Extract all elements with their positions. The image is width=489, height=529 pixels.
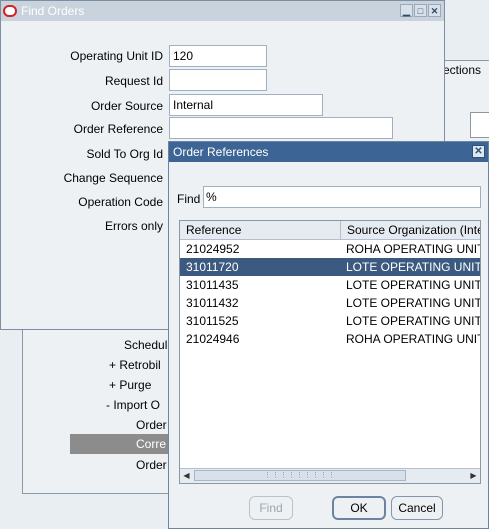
list-header: Reference Source Organization (Inte	[180, 221, 480, 240]
order-source-field[interactable]: Internal	[169, 94, 323, 116]
change-sequence-label: Change Sequence	[63, 171, 163, 185]
reference-cell: 21024946	[186, 332, 240, 346]
errors-only-label: Errors only	[104, 219, 163, 233]
order-source-label: Order Source	[90, 99, 163, 113]
source-cell: LOTE OPERATING UNIT	[346, 296, 480, 310]
order-reference-field[interactable]	[169, 117, 393, 139]
tree-item[interactable]: - Import O	[106, 395, 160, 415]
tree-item[interactable]: Order	[136, 455, 167, 475]
close-icon[interactable]: ✕	[472, 145, 485, 158]
minimize-icon[interactable]: ▁	[400, 4, 413, 17]
dialog-titlebar[interactable]: Order References ✕	[169, 142, 488, 162]
tree-item[interactable]: + Purge	[109, 375, 151, 395]
tree-item-selected[interactable]: Corre	[70, 434, 170, 454]
column-header-source-organization[interactable]: Source Organization (Inte	[340, 221, 480, 239]
oracle-logo-icon	[3, 5, 17, 17]
window-title: Find Orders	[21, 4, 85, 18]
find-orders-titlebar[interactable]: Find Orders ▁ □ ✕	[1, 1, 444, 21]
column-header-reference[interactable]: Reference	[180, 221, 340, 239]
source-cell: LOTE OPERATING UNIT	[346, 260, 480, 274]
reference-cell: 21024952	[186, 242, 240, 256]
source-cell: ROHA OPERATING UNIT	[346, 332, 480, 346]
source-cell: ROHA OPERATING UNIT	[346, 242, 480, 256]
source-cell: LOTE OPERATING UNIT	[346, 278, 480, 292]
order-references-dialog: Order References ✕ Find % Reference Sour…	[168, 141, 489, 529]
background-tab-label: ections	[443, 63, 482, 77]
table-row-selected[interactable]: 31011720 LOTE OPERATING UNIT	[180, 258, 480, 276]
find-input[interactable]: %	[203, 186, 481, 208]
reference-cell: 31011432	[186, 296, 239, 310]
reference-cell: 31011720	[186, 260, 239, 274]
operating-unit-id-label: Operating Unit ID	[70, 49, 163, 63]
dialog-title: Order References	[173, 145, 269, 159]
sold-to-org-id-label: Sold To Org Id	[86, 147, 164, 161]
table-row[interactable]: 21024946 ROHA OPERATING UNIT	[180, 330, 480, 348]
scroll-left-icon[interactable]: ◀	[180, 469, 193, 482]
reference-cell: 31011525	[186, 314, 239, 328]
background-field[interactable]	[470, 112, 489, 138]
cancel-button[interactable]: Cancel	[391, 496, 443, 520]
request-id-field[interactable]	[169, 69, 267, 91]
tree-item[interactable]: Schedul	[124, 335, 167, 355]
find-label: Find	[177, 192, 201, 206]
operating-unit-id-field[interactable]: 120	[169, 45, 267, 67]
tree-item[interactable]: + Retrobil	[109, 355, 161, 375]
references-list[interactable]: Reference Source Organization (Inte 2102…	[179, 220, 481, 484]
maximize-icon[interactable]: □	[414, 4, 427, 17]
horizontal-scrollbar[interactable]: ◀ ⋮⋮⋮⋮⋮⋮⋮⋮⋮ ▶	[180, 468, 480, 483]
request-id-label: Request Id	[104, 74, 163, 88]
table-row[interactable]: 31011432 LOTE OPERATING UNIT	[180, 294, 480, 312]
close-icon[interactable]: ✕	[428, 4, 441, 17]
find-button[interactable]: Find	[249, 496, 293, 520]
table-row[interactable]: 21024952 ROHA OPERATING UNIT	[180, 240, 480, 258]
source-cell: LOTE OPERATING UNIT	[346, 314, 480, 328]
table-row[interactable]: 31011525 LOTE OPERATING UNIT	[180, 312, 480, 330]
operation-code-label: Operation Code	[78, 195, 163, 209]
scroll-right-icon[interactable]: ▶	[467, 469, 480, 482]
order-reference-label: Order Reference	[73, 122, 163, 136]
table-row[interactable]: 31011435 LOTE OPERATING UNIT	[180, 276, 480, 294]
tree-item[interactable]: Order	[136, 415, 167, 435]
ok-button[interactable]: OK	[332, 496, 386, 520]
scroll-thumb[interactable]: ⋮⋮⋮⋮⋮⋮⋮⋮⋮	[194, 470, 406, 481]
reference-cell: 31011435	[186, 278, 239, 292]
